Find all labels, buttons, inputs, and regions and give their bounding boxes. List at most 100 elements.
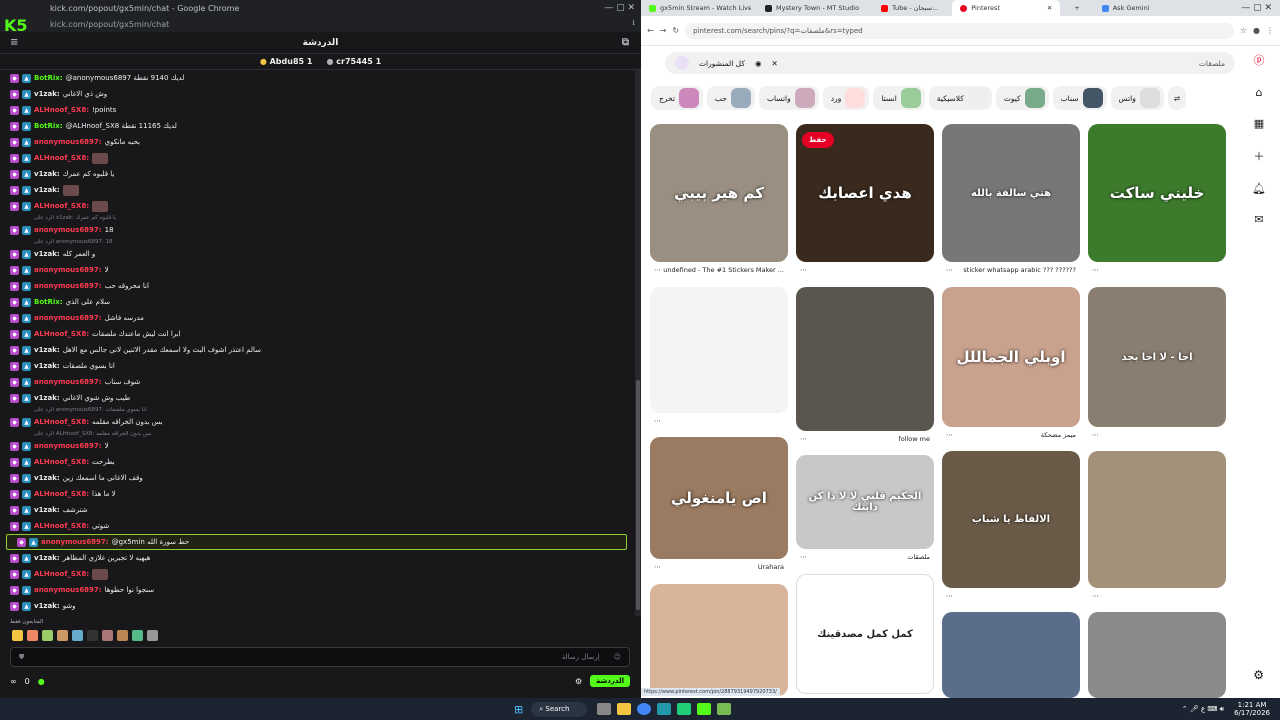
search-chip[interactable]: حب [706, 86, 755, 110]
chat-username[interactable]: anonymous6897: [34, 586, 102, 594]
chat-username[interactable]: v1zak: [34, 250, 60, 258]
tab-gemini[interactable]: Ask Gemini [1094, 0, 1158, 16]
chat-username[interactable]: ALHnoof_SX8: [34, 490, 89, 498]
explorer-icon[interactable] [617, 703, 632, 715]
pin-card[interactable] [1088, 451, 1226, 588]
points-icon[interactable]: ● [38, 677, 45, 686]
chat-username[interactable]: v1zak: [34, 186, 60, 194]
more-icon[interactable]: ⋯ [946, 592, 953, 600]
pin-card[interactable]: هني سالفة بالله [942, 124, 1080, 262]
chat-username[interactable]: v1zak: [34, 346, 60, 354]
pin-card[interactable]: اوبلي الجماللل [942, 287, 1080, 427]
more-icon[interactable]: ⋯ [800, 435, 807, 443]
notifications-icon[interactable]: 🔔︎ [1252, 182, 1266, 195]
pin-caption[interactable]: ⋯ [1092, 431, 1222, 439]
chat-username[interactable]: v1zak: [34, 474, 60, 482]
chat-username[interactable]: ALHnoof_SX8: [34, 570, 89, 578]
pin-card[interactable] [942, 612, 1080, 698]
chrome-icon[interactable] [637, 703, 652, 715]
pin-card[interactable]: كم هير بيبي [650, 124, 788, 262]
chat-username[interactable]: v1zak: [34, 554, 60, 562]
tab-mystery[interactable]: Mystery Town - MT Studio [757, 0, 867, 16]
chat-username[interactable]: v1zak: [34, 362, 60, 370]
clock[interactable]: 1:21 AM 6/17/2026 [1234, 701, 1270, 717]
back-icon[interactable]: ← [647, 26, 654, 35]
create-icon[interactable]: ＋ [1254, 148, 1265, 164]
collapse-icon[interactable]: ≡ [10, 37, 18, 48]
left-url[interactable]: kick.com/popout/gx5min/chat [50, 20, 169, 29]
more-icon[interactable]: ⋯ [946, 431, 953, 439]
pin-card[interactable]: كمل كمل مصدقينك [796, 574, 934, 694]
filter-dropdown[interactable]: كل المنشورات [699, 59, 745, 68]
emote-bar[interactable] [12, 630, 158, 641]
chat-username[interactable]: anonymous6897: [34, 314, 102, 322]
more-icon[interactable]: ⋯ [654, 563, 661, 571]
settings-icon[interactable]: ⚙ [575, 677, 582, 686]
pin-card[interactable]: خليني ساكت [1088, 124, 1226, 262]
search-chip[interactable]: كلاسيكية [928, 86, 992, 110]
save-button[interactable]: حفظ [802, 132, 834, 148]
pin-caption[interactable]: ⋯ [946, 592, 1076, 600]
reload-icon[interactable]: ↻ [672, 26, 679, 35]
chat-username[interactable]: anonymous6897: [41, 538, 109, 546]
window-controls[interactable]: — ▢ ✕ [1241, 3, 1280, 13]
chat-input[interactable]: ⛊ إرسال رسالة ☺ [10, 647, 630, 667]
more-icon[interactable]: ⋯ [800, 266, 807, 274]
tray-icons[interactable]: ⌃ 🎤︎ ع ⌨ 🔊︎ [1182, 705, 1224, 714]
start-icon[interactable]: ⊞ [514, 703, 523, 716]
pin-caption[interactable]: ⋯ ملصقات [800, 553, 930, 561]
more-icon[interactable]: ⋯ [654, 266, 661, 274]
pin-card[interactable] [796, 287, 934, 431]
taskbar-app[interactable] [597, 703, 612, 715]
more-icon[interactable]: ⋯ [800, 553, 807, 561]
filter-icon[interactable]: ⇌ [1167, 86, 1187, 110]
chat-username[interactable]: anonymous6897: [34, 226, 102, 234]
mod-icon[interactable]: ⛊ [19, 653, 24, 662]
search-chip[interactable]: كيوت [995, 86, 1049, 110]
chat-username[interactable]: v1zak: [34, 602, 60, 610]
pin-caption[interactable]: ⋯ [800, 266, 930, 274]
new-tab-button[interactable]: + [1066, 0, 1087, 16]
infinity-icon[interactable]: ∞ [10, 677, 17, 686]
settings-icon[interactable]: ⚙ [1253, 668, 1264, 682]
send-button[interactable]: الدردشة [590, 675, 630, 687]
pin-caption[interactable]: ⋯ sticker whatsapp arabic ??? ?????? [946, 266, 1076, 274]
pin-card[interactable] [650, 287, 788, 413]
chat-username[interactable]: ALHnoof_SX8: [34, 202, 89, 210]
chat-messages[interactable]: ◆ ▲ BotRix: @anonymous6897 لديك 9140 نقطة ◆ ▲… [0, 70, 633, 616]
taskbar-app[interactable] [697, 703, 712, 715]
more-icon[interactable]: ⋯ [1092, 431, 1099, 439]
pin-card[interactable]: هدي اعصابك حفظ [796, 124, 934, 262]
pin-caption[interactable]: ⋯ [654, 417, 784, 425]
more-icon[interactable]: ⋯ [946, 266, 953, 274]
search-chip[interactable]: واتساب [758, 86, 819, 110]
boards-icon[interactable]: ▦ [1254, 117, 1264, 130]
pin-card[interactable]: الحكيم قلبي لا لا ذا كن دابتك [796, 455, 934, 549]
popout-icon[interactable]: ⧉ [622, 37, 629, 48]
taskbar-app[interactable] [717, 703, 732, 715]
pin-caption[interactable]: ⋯ undefined - The #1 Stickers Maker ... [654, 266, 784, 274]
pin-card[interactable] [1088, 612, 1226, 698]
more-icon[interactable]: ⋯ [654, 417, 661, 425]
chat-username[interactable]: ALHnoof_SX8: [34, 522, 89, 530]
search-chip[interactable]: واتس [1110, 86, 1164, 110]
taskbar-app[interactable] [677, 703, 692, 715]
search-chip[interactable]: تخرج [651, 86, 703, 110]
chat-username[interactable]: BotRix: [34, 74, 63, 82]
pinterest-logo-icon[interactable]: ⓟ [1254, 52, 1265, 68]
tab-kick[interactable]: gx5min Stream - Watch Live [641, 0, 751, 16]
pin-card[interactable]: اص يامنغولي [650, 437, 788, 559]
menu-icon[interactable]: ⋮ [1266, 26, 1274, 35]
search-chip[interactable]: ورد [822, 86, 870, 110]
download-icon[interactable]: ⭳ [632, 17, 635, 31]
pin-caption[interactable]: ⋯ ميمز مضحكة [946, 431, 1076, 439]
search-chip[interactable]: انستا [873, 86, 925, 110]
chat-username[interactable]: v1zak: [34, 506, 60, 514]
profile-avatar[interactable] [675, 56, 689, 70]
chat-username[interactable]: anonymous6897: [34, 282, 102, 290]
pin-card[interactable] [650, 584, 788, 696]
chat-username[interactable]: ALHnoof_SX8: [34, 154, 89, 162]
star-icon[interactable]: ☆ [1240, 26, 1247, 35]
chat-username[interactable]: BotRix: [34, 122, 63, 130]
home-icon[interactable]: ⌂ [1256, 86, 1263, 99]
